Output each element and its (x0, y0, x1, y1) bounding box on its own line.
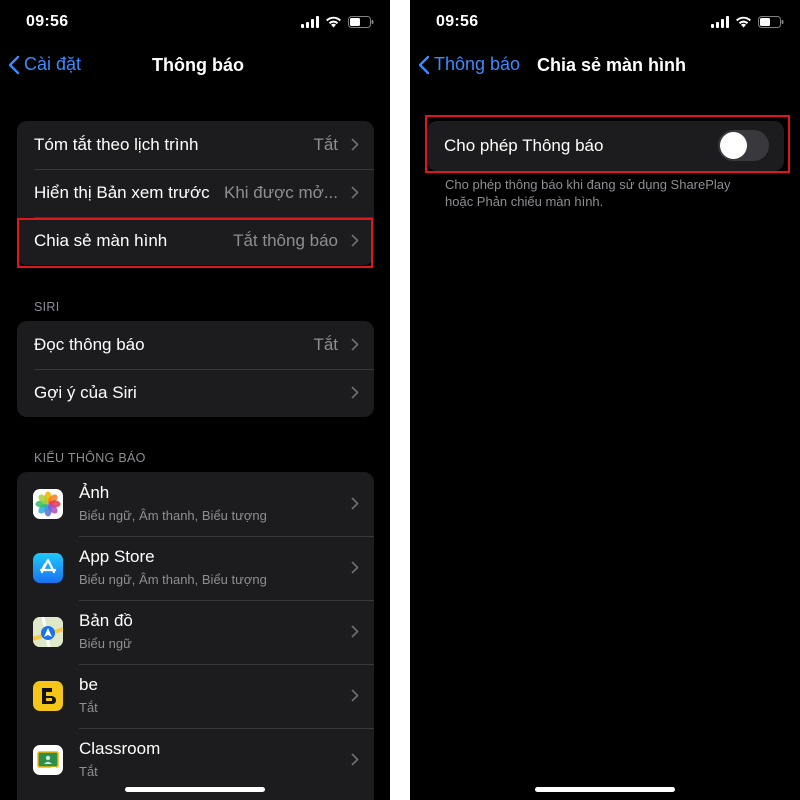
section-header-siri: SIRI (34, 300, 60, 314)
wifi-icon (735, 15, 752, 33)
home-indicator[interactable] (125, 787, 265, 792)
app-alert-style: Tắt (79, 700, 98, 715)
row-value: Tắt (313, 135, 338, 154)
classroom-icon (33, 745, 63, 775)
app-name: Classroom (79, 739, 161, 758)
highlight-box (425, 115, 790, 173)
app-alert-style: Biểu ngữ (79, 636, 132, 651)
back-label: Cài đặt (24, 54, 82, 74)
app-name: Ảnh (79, 483, 110, 502)
status-time: 09:56 (436, 13, 479, 30)
highlight-box (17, 218, 373, 268)
row-scheduled-summary[interactable]: Tóm tắt theo lịch trình Tắt (17, 121, 374, 169)
row-label: Gợi ý của Siri (34, 383, 137, 402)
back-button-settings[interactable]: Cài đặt (8, 54, 81, 75)
row-value: Tắt (313, 335, 338, 354)
chevron-right-icon (351, 186, 359, 204)
status-bar: 09:56 (410, 0, 800, 44)
page-title: Chia sẻ màn hình (537, 55, 687, 75)
nav-bar: Thông báo Chia sẻ màn hình (410, 50, 800, 80)
chevron-right-icon (351, 386, 359, 404)
app-row-be[interactable]: be Tắt (17, 664, 374, 728)
chevron-right-icon (351, 689, 359, 707)
footnote-line: hoặc Phản chiếu màn hình. (445, 194, 604, 209)
maps-icon (33, 617, 63, 647)
app-name: Bản đồ (79, 611, 133, 630)
be-icon (33, 681, 63, 711)
battery-icon (348, 15, 374, 33)
status-bar: 09:56 (0, 0, 390, 44)
photos-icon (33, 489, 63, 519)
app-name: be (79, 675, 98, 694)
chevron-left-icon (8, 55, 20, 75)
home-indicator[interactable] (535, 787, 675, 792)
footnote-line: Cho phép thông báo khi đang sử dụng Shar… (445, 177, 731, 192)
app-name: App Store (79, 547, 155, 566)
app-row-maps[interactable]: Bản đồ Biểu ngữ (17, 600, 374, 664)
cellular-signal-icon (711, 15, 729, 33)
screen-sharing-screen: 09:56 Thông báo Chia sẻ màn hình Cho phé… (410, 0, 800, 800)
chevron-right-icon (351, 497, 359, 515)
app-alert-style: Biểu ngữ, Âm thanh, Biểu tượng (79, 572, 267, 587)
app-row-classroom[interactable]: Classroom Tắt (17, 728, 374, 792)
battery-icon (758, 15, 784, 33)
app-list-group: Ảnh Biểu ngữ, Âm thanh, Biểu tượng App S… (17, 472, 374, 800)
chevron-left-icon (418, 55, 430, 75)
wifi-icon (325, 15, 342, 33)
chevron-right-icon (351, 753, 359, 771)
row-label: Hiển thị Bản xem trước (34, 183, 210, 202)
app-row-photos[interactable]: Ảnh Biểu ngữ, Âm thanh, Biểu tượng (17, 472, 374, 536)
row-announce-notifications[interactable]: Đọc thông báo Tắt (17, 321, 374, 369)
toggle-footnote: Cho phép thông báo khi đang sử dụng Shar… (445, 176, 775, 210)
page-title: Thông báo (152, 55, 244, 75)
chevron-right-icon (351, 338, 359, 356)
cellular-signal-icon (301, 15, 319, 33)
section-header-notification-style: KIỂU THÔNG BÁO (34, 451, 146, 465)
app-alert-style: Tắt (79, 764, 98, 779)
back-label: Thông báo (434, 54, 521, 74)
nav-bar: Cài đặt Thông báo (0, 50, 390, 80)
app-store-icon (33, 553, 63, 583)
app-row-app-store[interactable]: App Store Biểu ngữ, Âm thanh, Biểu tượng (17, 536, 374, 600)
chevron-right-icon (351, 625, 359, 643)
row-siri-suggestions[interactable]: Gợi ý của Siri (17, 369, 374, 417)
app-alert-style: Biểu ngữ, Âm thanh, Biểu tượng (79, 508, 267, 523)
status-time: 09:56 (26, 13, 69, 30)
siri-group: Đọc thông báo Tắt Gợi ý của Siri (17, 321, 374, 417)
chevron-right-icon (351, 561, 359, 579)
row-value: Khi được mở... (224, 183, 338, 202)
row-label: Tóm tắt theo lịch trình (34, 135, 199, 154)
notifications-screen: 09:56 Cài đặt Thông báo Tóm tắt theo lịc… (0, 0, 390, 800)
back-button-notifications[interactable]: Thông báo (418, 54, 520, 75)
chevron-right-icon (351, 138, 359, 156)
row-label: Đọc thông báo (34, 335, 145, 354)
row-show-previews[interactable]: Hiển thị Bản xem trước Khi được mở... (17, 169, 374, 217)
